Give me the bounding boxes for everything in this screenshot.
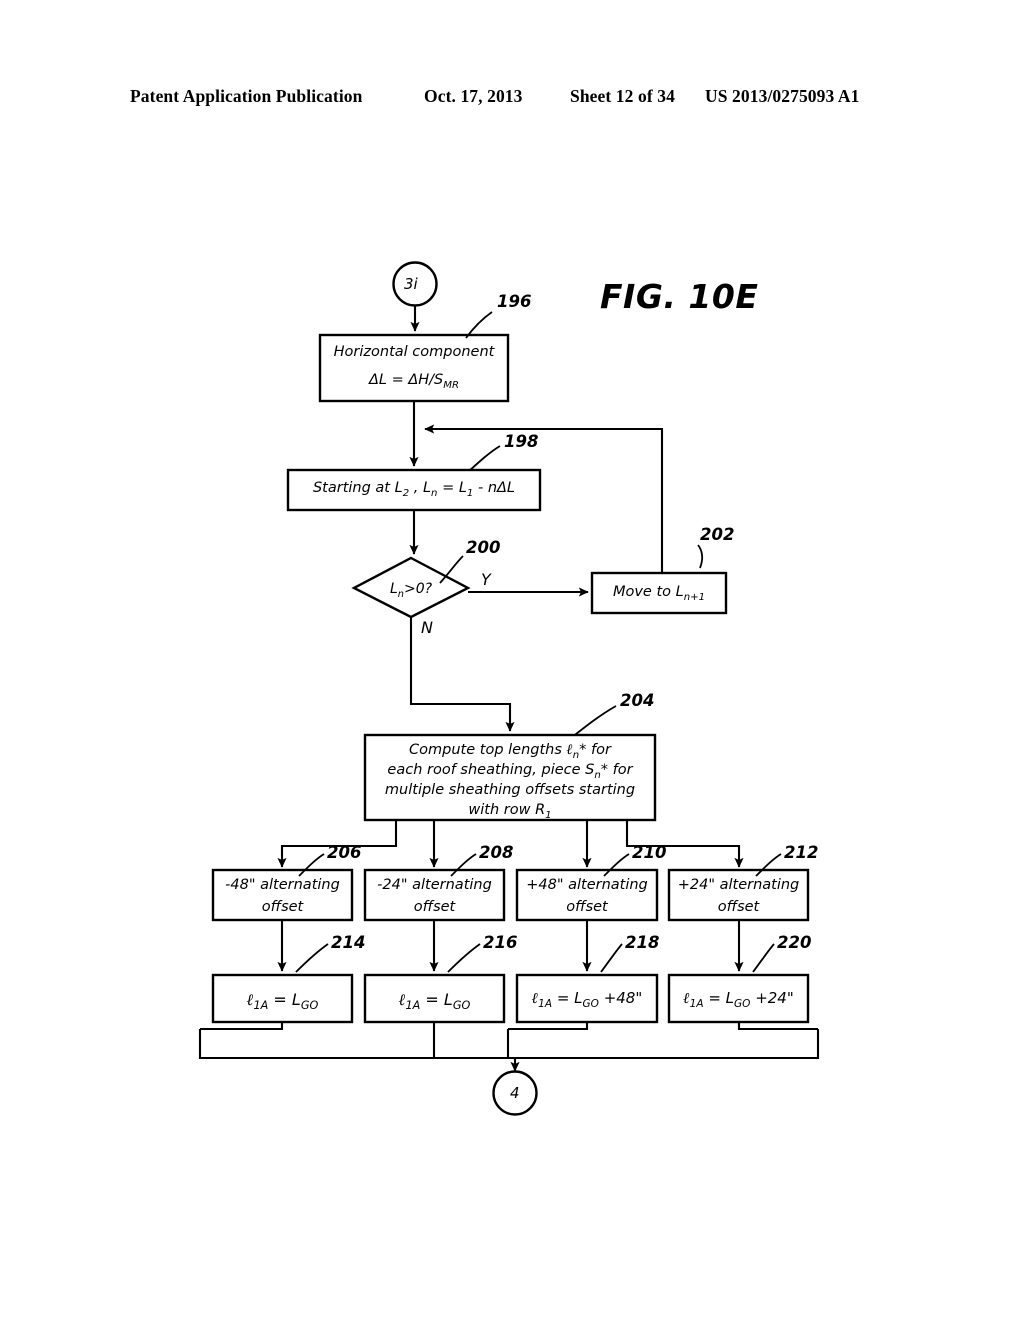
node-206-line2: offset — [261, 899, 304, 915]
node-212-line1: +24" alternating — [677, 877, 800, 893]
node-204-line4: with row R1 — [468, 802, 552, 821]
node-208-line1: -24" alternating — [377, 877, 492, 893]
node-216-text: ℓ1A = LGO — [398, 990, 471, 1013]
ref-202: 202 — [700, 525, 735, 544]
ref-216: 216 — [483, 933, 518, 952]
ref-210: 210 — [632, 843, 667, 862]
ref-200: 200 — [466, 538, 501, 557]
node-214-text: ℓ1A = LGO — [246, 990, 319, 1013]
node-206-line1: -48" alternating — [225, 877, 340, 893]
ref-220: 220 — [777, 933, 812, 952]
branch-label-yes: Y — [481, 570, 491, 589]
ref-196: 196 — [497, 292, 532, 311]
ref-198: 198 — [504, 432, 539, 451]
node-210-line2: offset — [566, 899, 608, 915]
node-212-line2: offset — [717, 899, 760, 915]
node-218-text: ℓ1A = LGO +48" — [531, 989, 643, 1010]
flowchart-graphics — [198, 261, 820, 1116]
ref-214: 214 — [331, 933, 366, 952]
node-196-line1: Horizontal component — [333, 344, 495, 360]
node-196-line2: ΔL = ΔH/SMR — [368, 372, 460, 391]
node-202-text: Move to Ln+1 — [612, 584, 706, 603]
node-210-line1: +48" alternating — [526, 877, 648, 893]
entry-connector-label: 3i — [404, 275, 418, 293]
ref-206: 206 — [327, 843, 362, 862]
node-200-text: Ln>0? — [389, 581, 433, 600]
exit-connector-label: 4 — [510, 1084, 520, 1102]
node-198-text: Starting at L2 , Ln = L1 - nΔL — [312, 480, 516, 499]
branch-label-no: N — [421, 618, 433, 637]
node-204-line3: multiple sheathing offsets starting — [384, 782, 636, 798]
ref-212: 212 — [784, 843, 819, 862]
node-208-line2: offset — [413, 899, 456, 915]
ref-218: 218 — [625, 933, 660, 952]
ref-204: 204 — [620, 691, 655, 710]
ref-208: 208 — [479, 843, 514, 862]
node-220-text: ℓ1A = LGO +24" — [683, 989, 794, 1010]
patent-figure: FIG. 10E 3i Horizontal component ΔL = ΔH… — [0, 0, 1024, 1320]
